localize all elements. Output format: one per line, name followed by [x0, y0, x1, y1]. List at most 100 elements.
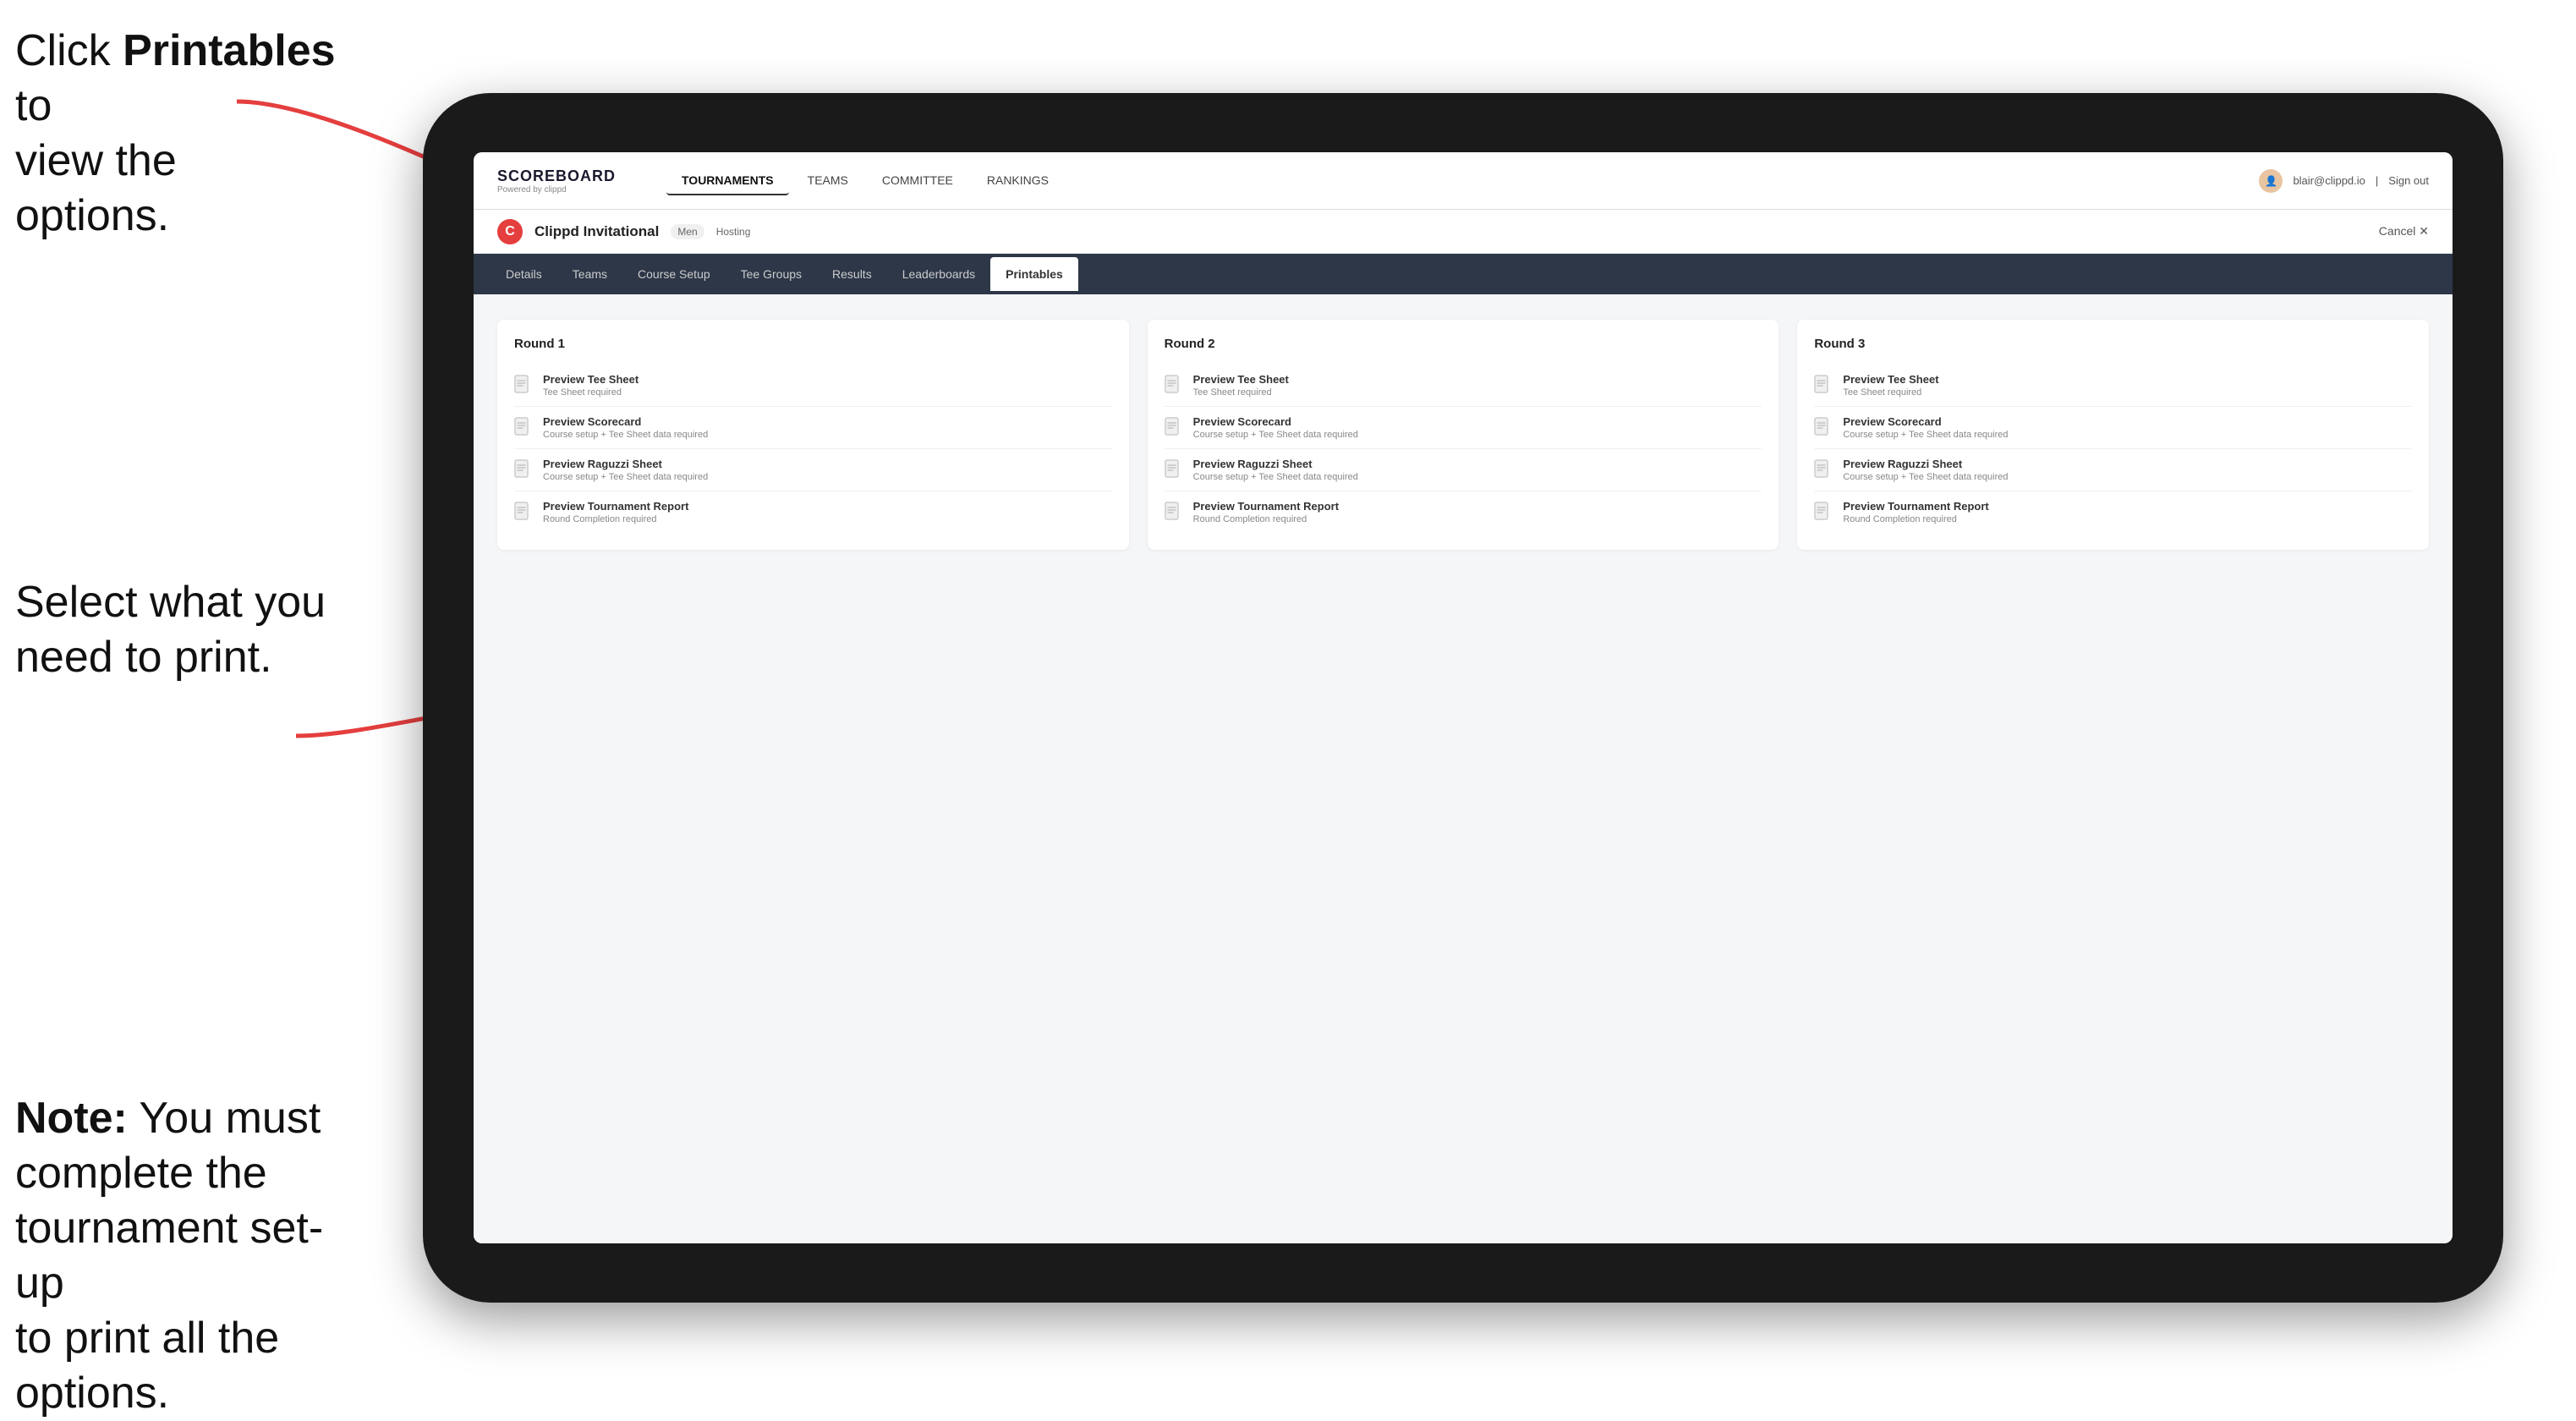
print-item-text: Preview Tee Sheet Tee Sheet required [1193, 373, 1289, 398]
print-item-title: Preview Tournament Report [543, 500, 688, 513]
print-item-r3-0[interactable]: Preview Tee Sheet Tee Sheet required [1814, 365, 2412, 407]
user-avatar: 👤 [2259, 169, 2283, 193]
print-item-r2-1[interactable]: Preview Scorecard Course setup + Tee She… [1165, 407, 1762, 449]
top-nav-links: TOURNAMENTS TEAMS COMMITTEE RANKINGS [666, 167, 2259, 195]
separator: | [2376, 174, 2378, 187]
print-item-sub: Tee Sheet required [1843, 387, 1938, 398]
nav-tournaments[interactable]: TOURNAMENTS [666, 167, 789, 195]
rounds-grid: Round 1 Preview Tee Sheet Tee Sheet requ… [497, 320, 2429, 550]
tab-teams[interactable]: Teams [557, 257, 622, 291]
hosting-badge: Hosting [716, 226, 751, 238]
doc-icon [1814, 375, 1833, 397]
tab-printables[interactable]: Printables [990, 257, 1078, 291]
tournament-name: Clippd Invitational [534, 223, 659, 240]
tournament-gender-badge: Men [671, 224, 704, 239]
print-item-title: Preview Scorecard [543, 415, 708, 428]
print-item-text: Preview Tournament Report Round Completi… [1843, 500, 1988, 524]
print-item-sub: Round Completion required [1843, 514, 1988, 524]
print-item-r1-1[interactable]: Preview Scorecard Course setup + Tee She… [514, 407, 1112, 449]
round-1-section: Round 1 Preview Tee Sheet Tee Sheet requ… [497, 320, 1129, 550]
print-item-r3-2[interactable]: Preview Raguzzi Sheet Course setup + Tee… [1814, 449, 2412, 491]
main-content: Round 1 Preview Tee Sheet Tee Sheet requ… [474, 294, 2453, 1243]
brand-title: SCOREBOARD [497, 167, 633, 185]
sign-out-link[interactable]: Sign out [2388, 174, 2429, 187]
doc-icon [514, 417, 533, 439]
print-item-title: Preview Tournament Report [1843, 500, 1988, 513]
print-item-text: Preview Scorecard Course setup + Tee She… [543, 415, 708, 440]
print-item-title: Preview Scorecard [1193, 415, 1358, 428]
print-item-r2-0[interactable]: Preview Tee Sheet Tee Sheet required [1165, 365, 1762, 407]
tournament-name-row: C Clippd Invitational Men Hosting [497, 219, 750, 244]
print-item-text: Preview Raguzzi Sheet Course setup + Tee… [543, 458, 708, 482]
print-item-sub: Course setup + Tee Sheet data required [543, 430, 708, 440]
print-item-text: Preview Scorecard Course setup + Tee She… [1193, 415, 1358, 440]
tournament-header: C Clippd Invitational Men Hosting Cancel… [474, 210, 2453, 254]
nav-teams[interactable]: TEAMS [792, 167, 863, 195]
print-item-title: Preview Raguzzi Sheet [1843, 458, 2008, 470]
doc-icon [514, 459, 533, 481]
nav-rankings[interactable]: RANKINGS [972, 167, 1064, 195]
print-item-text: Preview Tournament Report Round Completi… [543, 500, 688, 524]
top-nav: SCOREBOARD Powered by clippd TOURNAMENTS… [474, 152, 2453, 210]
tab-details[interactable]: Details [491, 257, 557, 291]
print-item-sub: Round Completion required [1193, 514, 1339, 524]
round-1-title: Round 1 [514, 337, 1112, 351]
print-item-r1-0[interactable]: Preview Tee Sheet Tee Sheet required [514, 365, 1112, 407]
print-item-r3-1[interactable]: Preview Scorecard Course setup + Tee She… [1814, 407, 2412, 449]
round-2-section: Round 2 Preview Tee Sheet Tee Sheet requ… [1148, 320, 1779, 550]
print-item-sub: Course setup + Tee Sheet data required [1843, 430, 2008, 440]
print-item-r1-3[interactable]: Preview Tournament Report Round Completi… [514, 491, 1112, 533]
tab-leaderboards[interactable]: Leaderboards [887, 257, 990, 291]
print-item-sub: Course setup + Tee Sheet data required [1843, 472, 2008, 482]
tab-tee-groups[interactable]: Tee Groups [726, 257, 817, 291]
tournament-logo: C [497, 219, 523, 244]
print-item-title: Preview Tee Sheet [543, 373, 639, 386]
round-3-section: Round 3 Preview Tee Sheet Tee Sheet requ… [1797, 320, 2429, 550]
print-item-sub: Tee Sheet required [1193, 387, 1289, 398]
instruction-note-bold: Note: [15, 1094, 128, 1143]
print-item-r2-3[interactable]: Preview Tournament Report Round Completi… [1165, 491, 1762, 533]
print-item-r2-2[interactable]: Preview Raguzzi Sheet Course setup + Tee… [1165, 449, 1762, 491]
tab-course-setup[interactable]: Course Setup [622, 257, 726, 291]
print-item-r1-2[interactable]: Preview Raguzzi Sheet Course setup + Tee… [514, 449, 1112, 491]
user-email: blair@clippd.io [2293, 174, 2365, 187]
doc-icon [1814, 459, 1833, 481]
round-3-title: Round 3 [1814, 337, 2412, 351]
tablet-device: SCOREBOARD Powered by clippd TOURNAMENTS… [423, 93, 2503, 1303]
instruction-bottom: Note: You mustcomplete thetournament set… [15, 1091, 354, 1421]
doc-icon [1165, 375, 1183, 397]
doc-icon [1165, 459, 1183, 481]
print-item-text: Preview Tee Sheet Tee Sheet required [543, 373, 639, 398]
tab-results[interactable]: Results [817, 257, 887, 291]
doc-icon [1165, 502, 1183, 524]
print-item-title: Preview Raguzzi Sheet [1193, 458, 1358, 470]
print-item-text: Preview Tee Sheet Tee Sheet required [1843, 373, 1938, 398]
doc-icon [514, 375, 533, 397]
sub-tabs: Details Teams Course Setup Tee Groups Re… [474, 254, 2453, 294]
print-item-title: Preview Tournament Report [1193, 500, 1339, 513]
doc-icon [1814, 417, 1833, 439]
top-nav-right: 👤 blair@clippd.io | Sign out [2259, 169, 2429, 193]
print-item-title: Preview Raguzzi Sheet [543, 458, 708, 470]
doc-icon [1165, 417, 1183, 439]
print-item-title: Preview Scorecard [1843, 415, 2008, 428]
round-2-title: Round 2 [1165, 337, 1762, 351]
print-item-sub: Course setup + Tee Sheet data required [1193, 430, 1358, 440]
doc-icon [514, 502, 533, 524]
print-item-text: Preview Scorecard Course setup + Tee She… [1843, 415, 2008, 440]
print-item-text: Preview Tournament Report Round Completi… [1193, 500, 1339, 524]
print-item-sub: Course setup + Tee Sheet data required [543, 472, 708, 482]
doc-icon [1814, 502, 1833, 524]
cancel-button[interactable]: Cancel ✕ [2379, 224, 2429, 239]
instruction-printables-bold: Printables [123, 26, 335, 75]
brand: SCOREBOARD Powered by clippd [497, 167, 633, 195]
nav-committee[interactable]: COMMITTEE [867, 167, 968, 195]
print-item-text: Preview Raguzzi Sheet Course setup + Tee… [1843, 458, 2008, 482]
print-item-title: Preview Tee Sheet [1843, 373, 1938, 386]
print-item-sub: Round Completion required [543, 514, 688, 524]
brand-sub: Powered by clippd [497, 185, 633, 195]
print-item-r3-3[interactable]: Preview Tournament Report Round Completi… [1814, 491, 2412, 533]
print-item-sub: Course setup + Tee Sheet data required [1193, 472, 1358, 482]
print-item-title: Preview Tee Sheet [1193, 373, 1289, 386]
tablet-screen: SCOREBOARD Powered by clippd TOURNAMENTS… [474, 152, 2453, 1243]
